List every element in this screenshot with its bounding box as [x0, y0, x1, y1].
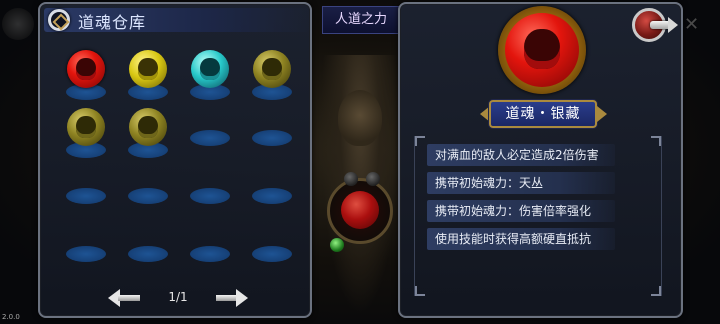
background-dark-orb-icon: [366, 172, 380, 186]
soul-effect-line: 携带初始魂力：伤害倍率强化: [427, 200, 615, 222]
version-label: 2.0.0: [2, 313, 20, 321]
soul-effect-line: 使用技能时获得高额硬直抵抗: [427, 228, 615, 250]
soul-slot[interactable]: [126, 50, 170, 100]
background-close-icon: ✕: [684, 14, 700, 35]
slot-base: [190, 130, 230, 146]
page-indicator: 1/1: [168, 290, 188, 304]
slot-base: [190, 246, 230, 262]
soul-slot[interactable]: [64, 108, 108, 158]
frame-corner: [415, 286, 425, 296]
slot-base: [252, 188, 292, 204]
soul-slot[interactable]: [250, 224, 294, 268]
soul-orb-olive-icon: [129, 108, 167, 146]
soul-slot[interactable]: [64, 166, 108, 210]
selected-soul-orb-icon: [505, 13, 579, 87]
soul-face-icon: [76, 116, 96, 138]
slot-base: [252, 246, 292, 262]
soul-slot[interactable]: [250, 166, 294, 210]
soul-slot[interactable]: [188, 108, 232, 152]
soul-slot[interactable]: [250, 50, 294, 100]
frame-corner: [651, 286, 661, 296]
soul-orb-yellow-icon: [129, 50, 167, 88]
background-dark-orb-icon: [344, 172, 358, 186]
slot-base: [128, 246, 168, 262]
soul-face-icon: [200, 58, 220, 80]
soul-slot[interactable]: [64, 50, 108, 100]
soul-face-icon: [138, 58, 158, 80]
slot-base: [66, 188, 106, 204]
arrow-right-icon: [236, 289, 248, 307]
soul-effect-line: 携带初始魂力：天丛: [427, 172, 615, 194]
frame-corner: [415, 136, 425, 146]
prev-page-button[interactable]: [108, 289, 140, 307]
soul-orb-olive-icon: [253, 50, 291, 88]
soul-slot[interactable]: [64, 224, 108, 268]
soul-slot[interactable]: [250, 108, 294, 152]
slot-base: [66, 246, 106, 262]
soul-orb-red-icon: [67, 50, 105, 88]
slot-base: [252, 130, 292, 146]
soul-orb-cyan-icon: [191, 50, 229, 88]
soul-face-icon: [262, 58, 282, 80]
background-tab-label: 人道之力: [335, 12, 388, 27]
soul-face-icon: [76, 58, 96, 80]
soul-face-icon: [138, 116, 158, 138]
background-logo-icon: [2, 8, 34, 40]
storage-header-emblem-icon: [48, 9, 70, 31]
close-arrow-tip: [668, 17, 678, 33]
background-statue-head: [338, 90, 382, 146]
soul-face-icon: [524, 29, 560, 69]
soul-name-plate: 道魂・银藏: [489, 100, 597, 128]
arrow-right-shaft: [216, 295, 238, 301]
storage-title: 道魂仓库: [78, 13, 147, 32]
close-button[interactable]: [632, 8, 678, 44]
soul-name: 道魂・银藏: [505, 106, 581, 122]
background-green-orb-icon: [330, 238, 344, 252]
soul-slot[interactable]: [126, 166, 170, 210]
background-tab: 人道之力: [322, 6, 400, 34]
soul-slot[interactable]: [188, 50, 232, 100]
next-page-button[interactable]: [216, 289, 248, 307]
soul-orb-olive-icon: [67, 108, 105, 146]
soul-effect-line: 对满血的敌人必定造成2倍伤害: [427, 144, 615, 166]
soul-slot[interactable]: [126, 108, 170, 158]
slot-base: [190, 188, 230, 204]
frame-corner: [651, 136, 661, 146]
background-soul-orb-icon: [341, 191, 379, 229]
soul-slot[interactable]: [188, 224, 232, 268]
soul-slot[interactable]: [126, 224, 170, 268]
slot-base: [128, 188, 168, 204]
arrow-left-shaft: [118, 295, 140, 301]
soul-slot[interactable]: [188, 166, 232, 210]
soul-description-box: 对满血的敌人必定造成2倍伤害 携带初始魂力：天丛 携带初始魂力：伤害倍率强化 使…: [414, 136, 662, 296]
